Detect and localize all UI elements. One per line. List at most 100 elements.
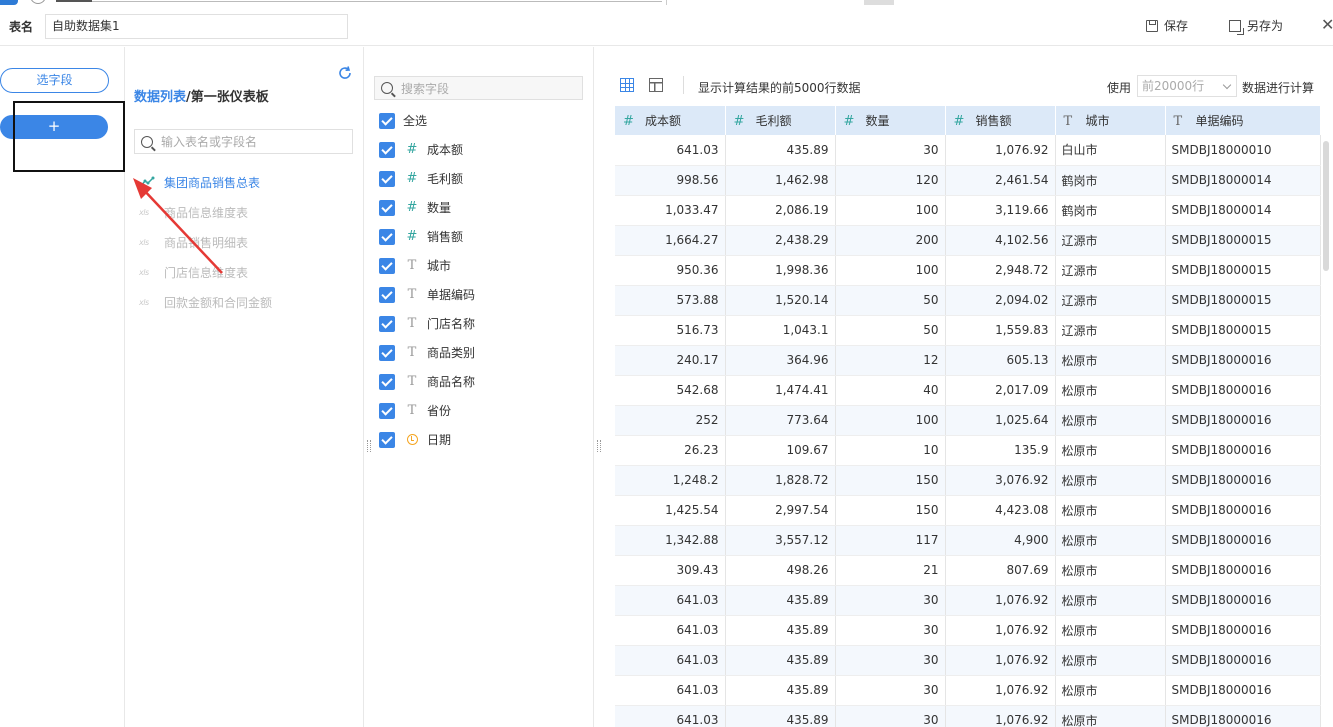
save-label: 保存 (1164, 19, 1189, 33)
checkbox-checked[interactable] (379, 431, 395, 448)
column-header[interactable]: T 单据编码 (1165, 106, 1321, 135)
table-row[interactable]: 1,664.27 2,438.29 200 4,102.56 辽源市 SMDBJ18000… (615, 225, 1321, 256)
save-as-button[interactable]: 另存为 (1229, 17, 1283, 35)
table-cell: 641.03 (615, 675, 726, 706)
field-item-label: 商品名称 (427, 375, 476, 389)
table-list-item[interactable]: xls 门店信息维度表 (139, 257, 272, 287)
table-row[interactable]: 950.36 1,998.36 100 2,948.72 辽源市 SMDBJ1800001… (615, 255, 1321, 286)
close-icon[interactable]: ✕ (1321, 15, 1333, 34)
number-type-icon: # (953, 114, 965, 129)
top-tab-stub[interactable] (864, 0, 894, 5)
table-row[interactable]: 516.73 1,043.1 50 1,559.83 辽源市 SMDBJ18000015 (615, 315, 1321, 346)
checkbox-checked[interactable] (379, 141, 395, 158)
table-cell: 松原市 (1055, 405, 1166, 436)
table-cell: 2,086.19 (725, 195, 836, 226)
save-as-icon (1229, 19, 1244, 35)
table-row[interactable]: 573.88 1,520.14 50 2,094.02 辽源市 SMDBJ18000015 (615, 285, 1321, 316)
table-cell: 1,998.36 (725, 255, 836, 286)
column-header[interactable]: T 城市 (1055, 106, 1166, 135)
table-row[interactable]: 252 773.64 100 1,025.64 松原市 SMDBJ18000016 (615, 405, 1321, 436)
column-header[interactable]: # 成本额 (615, 106, 726, 135)
checkbox-checked[interactable] (379, 402, 395, 419)
column-header[interactable]: # 数量 (835, 106, 946, 135)
field-item[interactable]: # 成本额 (379, 135, 475, 164)
checkbox-checked[interactable] (379, 344, 395, 361)
checkbox-checked[interactable] (379, 315, 395, 332)
table-cell: 109.67 (725, 435, 836, 466)
table-row[interactable]: 1,342.88 3,557.12 117 4,900 松原市 SMDBJ18000016 (615, 525, 1321, 556)
field-item[interactable]: T 商品类别 (379, 338, 475, 367)
checkbox-checked[interactable] (379, 112, 395, 129)
table-cell: 松原市 (1055, 435, 1166, 466)
table-row[interactable]: 641.03 435.89 30 1,076.92 松原市 SMDBJ18000016 (615, 615, 1321, 646)
checkbox-checked[interactable] (379, 373, 395, 390)
table-row[interactable]: 641.03 435.89 30 1,076.92 松原市 SMDBJ18000016 (615, 645, 1321, 676)
table-name-input[interactable]: 自助数据集1 (45, 14, 348, 39)
table-row[interactable]: 641.03 435.89 30 1,076.92 松原市 SMDBJ18000016 (615, 705, 1321, 727)
table-cell: 30 (835, 645, 946, 676)
table-cell: 364.96 (725, 345, 836, 376)
table-cell: 50 (835, 285, 946, 316)
refresh-icon[interactable] (337, 65, 353, 81)
add-step-button[interactable]: + (0, 115, 108, 139)
column-header-label: 毛利额 (755, 114, 792, 128)
table-cell: 2,438.29 (725, 225, 836, 256)
table-list-item[interactable]: xls 商品信息维度表 (139, 197, 272, 227)
table-list-item[interactable]: xls 商品销售明细表 (139, 227, 272, 257)
table-cell: 498.26 (725, 555, 836, 586)
table-row[interactable]: 641.03 435.89 30 1,076.92 松原市 SMDBJ18000016 (615, 585, 1321, 616)
field-item[interactable]: # 毛利额 (379, 164, 475, 193)
table-list-item[interactable]: xls 回款金额和合同金额 (139, 287, 272, 317)
field-item[interactable]: 日期 (379, 425, 475, 454)
table-cell: 100 (835, 255, 946, 286)
table-cell: SMDBJ18000016 (1165, 345, 1321, 376)
vertical-scrollbar[interactable] (1323, 141, 1329, 271)
table-row[interactable]: 998.56 1,462.98 120 2,461.54 鹤岗市 SMDBJ1800001… (615, 165, 1321, 196)
field-item[interactable]: # 销售额 (379, 222, 475, 251)
checkbox-checked[interactable] (379, 199, 395, 216)
preview-toolbar: 显示计算结果的前5000行数据 使用 前20000行 数据进行计算 (604, 65, 1333, 105)
table-row[interactable]: 1,248.2 1,828.72 150 3,076.92 松原市 SMDBJ180000… (615, 465, 1321, 496)
save-button[interactable]: 保存 (1146, 17, 1188, 34)
table-list-item[interactable]: 集团商品销售总表 (139, 167, 272, 197)
table-row[interactable]: 641.03 435.89 30 1,076.92 白山市 SMDBJ18000010 (615, 135, 1321, 166)
table-cell: 773.64 (725, 405, 836, 436)
table-cell: 1,025.64 (945, 405, 1056, 436)
table-row[interactable]: 542.68 1,474.41 40 2,017.09 松原市 SMDBJ18000016 (615, 375, 1321, 406)
select-all-checkbox-row[interactable]: 全选 (379, 106, 475, 135)
pick-fields-button[interactable]: 选字段 (0, 68, 109, 93)
breadcrumb-data-list-link[interactable]: 数据列表 (134, 90, 186, 105)
table-cell: 150 (835, 465, 946, 496)
field-item[interactable]: T 门店名称 (379, 309, 475, 338)
checkbox-checked[interactable] (379, 228, 395, 245)
field-item[interactable]: T 城市 (379, 251, 475, 280)
resize-handle[interactable] (597, 440, 601, 452)
table-row[interactable]: 641.03 435.89 30 1,076.92 松原市 SMDBJ18000016 (615, 675, 1321, 706)
field-item[interactable]: T 单据编码 (379, 280, 475, 309)
table-row[interactable]: 1,033.47 2,086.19 100 3,119.66 鹤岗市 SMDBJ18000… (615, 195, 1321, 226)
table-list-item-label: 集团商品销售总表 (164, 175, 261, 190)
table-cell: 辽源市 (1055, 315, 1166, 346)
column-header[interactable]: # 销售额 (945, 106, 1056, 135)
field-item[interactable]: # 数量 (379, 193, 475, 222)
layout-view-icon[interactable] (649, 78, 663, 92)
table-row[interactable]: 240.17 364.96 12 605.13 松原市 SMDBJ18000016 (615, 345, 1321, 376)
field-item[interactable]: T 商品名称 (379, 367, 475, 396)
table-row[interactable]: 309.43 498.26 21 807.69 松原市 SMDBJ18000016 (615, 555, 1321, 586)
app-logo (0, 0, 18, 5)
table-list-item-label: 回款金额和合同金额 (164, 295, 273, 310)
text-type-icon: T (407, 374, 417, 389)
checkbox-checked[interactable] (379, 257, 395, 274)
table-cell: SMDBJ18000016 (1165, 405, 1321, 436)
checkbox-checked[interactable] (379, 286, 395, 303)
checkbox-checked[interactable] (379, 170, 395, 187)
table-view-icon[interactable] (620, 78, 634, 92)
field-item[interactable]: T 省份 (379, 396, 475, 425)
table-search-input[interactable]: 输入表名或字段名 (134, 129, 353, 154)
table-row[interactable]: 26.23 109.67 10 135.9 松原市 SMDBJ18000016 (615, 435, 1321, 466)
field-search-input[interactable]: 搜索字段 (374, 76, 583, 100)
table-row[interactable]: 1,425.54 2,997.54 150 4,423.08 松原市 SMDBJ18000… (615, 495, 1321, 526)
table-cell: 117 (835, 525, 946, 556)
column-header[interactable]: # 毛利额 (725, 106, 836, 135)
row-limit-select[interactable]: 前20000行 (1137, 75, 1237, 97)
